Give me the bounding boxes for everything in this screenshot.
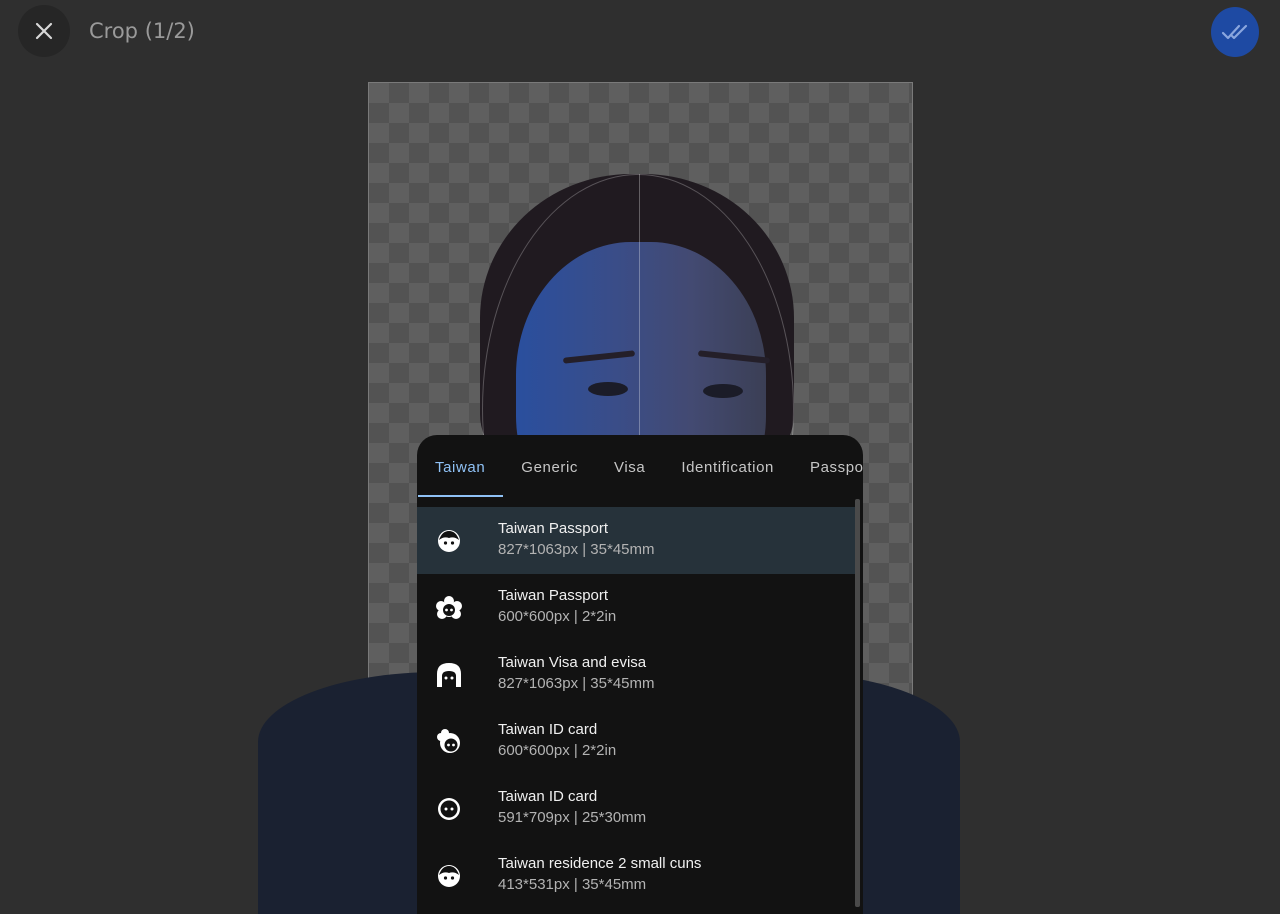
side-hair-face-icon: [437, 729, 460, 753]
preset-list: Taiwan Passport 827*1063px | 35*45mm Tai…: [417, 507, 855, 909]
close-button[interactable]: [18, 5, 70, 57]
preset-name: Taiwan Visa and evisa: [498, 654, 647, 671]
scrollbar[interactable]: [855, 499, 860, 907]
preset-name: Taiwan ID card: [498, 721, 598, 738]
list-item[interactable]: Taiwan Passport 827*1063px | 35*45mm: [417, 507, 855, 574]
category-tabs: Taiwan Generic Visa Identification Passp…: [417, 435, 863, 499]
tab-visa[interactable]: Visa: [596, 435, 663, 499]
preset-name: Taiwan Passport: [498, 587, 609, 604]
preset-name: Taiwan residence 2 small cuns: [498, 855, 702, 872]
tab-passport[interactable]: Passport: [792, 435, 863, 499]
tab-generic[interactable]: Generic: [503, 435, 596, 499]
preset-name: Taiwan ID card: [498, 788, 598, 805]
curly-hair-face-icon: [436, 596, 462, 619]
preset-size: 600*600px | 2*2in: [498, 608, 617, 625]
preset-size: 827*1063px | 35*45mm: [498, 541, 655, 558]
preset-size: 591*709px | 25*30mm: [498, 809, 647, 826]
face-icon: [438, 530, 460, 552]
preset-sheet: Taiwan Generic Visa Identification Passp…: [417, 435, 863, 914]
list-item[interactable]: Taiwan ID card 600*600px | 2*2in: [417, 708, 855, 775]
list-item[interactable]: Taiwan ID card 591*709px | 25*30mm: [417, 775, 855, 842]
list-item[interactable]: Taiwan residence 2 small cuns 413*531px …: [417, 842, 855, 909]
plain-face-icon: [438, 798, 460, 820]
list-item[interactable]: Taiwan Visa and evisa 827*1063px | 35*45…: [417, 641, 855, 708]
long-hair-face-icon: [437, 663, 461, 687]
preset-name: Taiwan Passport: [498, 520, 609, 537]
list-item[interactable]: Taiwan Passport 600*600px | 2*2in: [417, 574, 855, 641]
preset-size: 827*1063px | 35*45mm: [498, 675, 655, 692]
confirm-button[interactable]: [1211, 7, 1259, 57]
tab-identification[interactable]: Identification: [663, 435, 792, 499]
tab-taiwan[interactable]: Taiwan: [417, 435, 504, 499]
close-icon: [35, 22, 53, 40]
preset-size: 413*531px | 35*45mm: [498, 876, 647, 893]
face-icon: [438, 865, 460, 887]
page-title: Crop (1/2): [89, 19, 195, 43]
done-all-icon: [1221, 24, 1248, 40]
preset-size: 600*600px | 2*2in: [498, 742, 617, 759]
